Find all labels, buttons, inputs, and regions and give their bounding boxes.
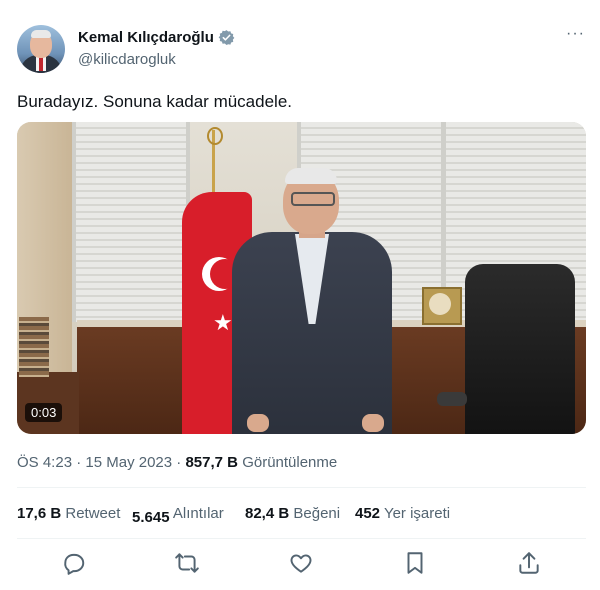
- action-bar: [17, 550, 586, 580]
- handle[interactable]: @kilicdarogluk: [78, 51, 176, 68]
- views-label: Görüntülenme: [242, 454, 338, 471]
- video-scene-pole-finial: [207, 127, 223, 145]
- display-name[interactable]: Kemal Kılıçdaroğlu: [78, 29, 214, 46]
- retweets-label: Retweet: [65, 505, 121, 522]
- reply-icon[interactable]: [61, 550, 87, 576]
- bookmarks-label: Yer işareti: [383, 505, 451, 522]
- verified-badge-icon: [218, 30, 235, 45]
- bookmarks-count: 452: [355, 505, 381, 522]
- retweets-count: 17,6 B: [17, 505, 62, 522]
- video-scene-blinds: [72, 122, 190, 322]
- tweet-header: Kemal Kılıçdaroğlu @kilicdarogluk ···: [17, 25, 587, 77]
- views-count: 857,7 B: [185, 454, 239, 471]
- avatar-hair: [31, 30, 51, 38]
- avatar[interactable]: [17, 25, 65, 73]
- bookmark-icon[interactable]: [402, 550, 428, 576]
- retweets-stat[interactable]: 17,6 B Retweet: [17, 505, 120, 522]
- quotes-stat[interactable]: 5.645 Alıntılar: [132, 505, 224, 526]
- video-scene-hand-left: [247, 414, 269, 432]
- video-scene-chair: [465, 264, 575, 434]
- video-scene-glasses: [291, 192, 335, 206]
- video-scene-person-hair: [285, 168, 337, 184]
- quotes-count: 5.645: [132, 509, 170, 526]
- meta-separator: ·: [172, 454, 186, 471]
- divider: [17, 538, 586, 539]
- tweet-date[interactable]: 15 May 2023: [85, 454, 172, 471]
- video-scene-books: [19, 317, 49, 377]
- meta-separator: ·: [72, 454, 86, 471]
- divider: [17, 487, 586, 488]
- quotes-label: Alıntılar: [172, 505, 224, 522]
- bookmarks-stat[interactable]: 452 Yer işareti: [355, 505, 450, 522]
- video-scene-frame-portrait: [429, 293, 451, 315]
- video-scene-flag-star-icon: ★: [213, 310, 233, 335]
- video-scene-chair-arm: [437, 392, 467, 406]
- tweet-time[interactable]: ÖS 4:23: [17, 454, 72, 471]
- likes-stat[interactable]: 82,4 B Beğeni: [245, 505, 340, 522]
- video-scene-hand-right: [362, 414, 384, 432]
- video-player[interactable]: ★ 0:03: [17, 122, 586, 434]
- video-timestamp: 0:03: [25, 403, 63, 422]
- like-icon[interactable]: [288, 550, 314, 576]
- tweet-meta: ÖS 4:23 · 15 May 2023 · 857,7 B Görüntül…: [17, 454, 337, 471]
- share-icon[interactable]: [516, 550, 542, 576]
- more-options-icon[interactable]: ···: [566, 25, 585, 43]
- retweet-icon[interactable]: [174, 550, 200, 576]
- tweet-text: Buradayız. Sonuna kadar mücadele.: [17, 92, 293, 111]
- avatar-tie: [39, 57, 43, 71]
- likes-label: Beğeni: [293, 505, 341, 522]
- likes-count: 82,4 B: [245, 505, 290, 522]
